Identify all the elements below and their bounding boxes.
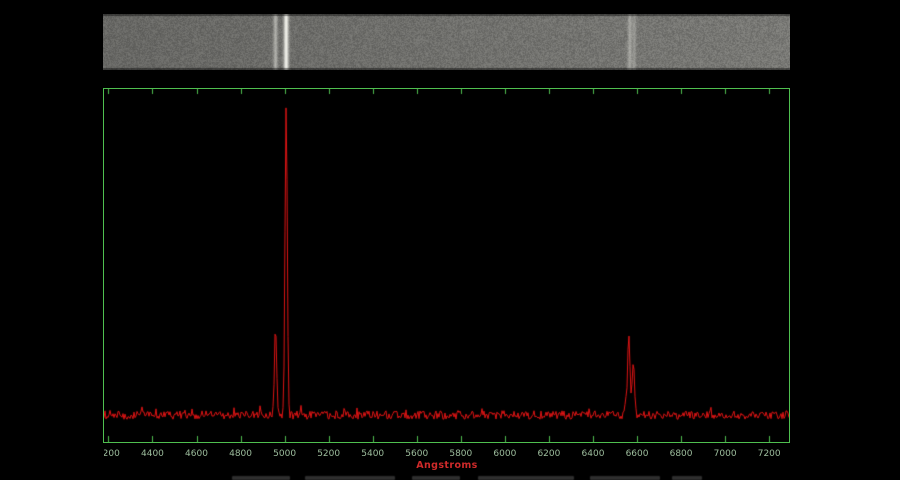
clipped-text-fragment xyxy=(590,476,660,480)
x-tick-label: 6600 xyxy=(626,449,649,459)
2d-spectrum-strip xyxy=(103,14,790,70)
clipped-text-fragment xyxy=(232,476,290,480)
x-tick-label: 4800 xyxy=(229,449,252,459)
clipped-text-fragment xyxy=(412,476,460,480)
x-tick-label: 6000 xyxy=(493,449,516,459)
x-tick-label: 4200 xyxy=(104,449,120,459)
x-tick-label: 6400 xyxy=(582,449,605,459)
clipped-text-fragment xyxy=(305,476,395,480)
x-tick-label: 5800 xyxy=(449,449,472,459)
x-tick-label: 5200 xyxy=(317,449,340,459)
x-tick-label: 6200 xyxy=(537,449,560,459)
x-tick-label: 7200 xyxy=(758,449,781,459)
x-tick-label: 7000 xyxy=(714,449,737,459)
x-tick-label: 6800 xyxy=(670,449,693,459)
x-tick-label: 4400 xyxy=(141,449,164,459)
clipped-text-fragment xyxy=(672,476,702,480)
clipped-text-fragment xyxy=(478,476,574,480)
x-tick-label: 5400 xyxy=(361,449,384,459)
x-tick-label: 5600 xyxy=(405,449,428,459)
spectrum-plot-canvas[interactable] xyxy=(103,88,790,443)
x-tick-label: 4600 xyxy=(185,449,208,459)
spectrum-viewer-screen: { "app": { "background": "#000000" }, "s… xyxy=(0,0,900,480)
x-tick-label: 5000 xyxy=(273,449,296,459)
x-axis-label: Angstroms xyxy=(104,460,790,471)
